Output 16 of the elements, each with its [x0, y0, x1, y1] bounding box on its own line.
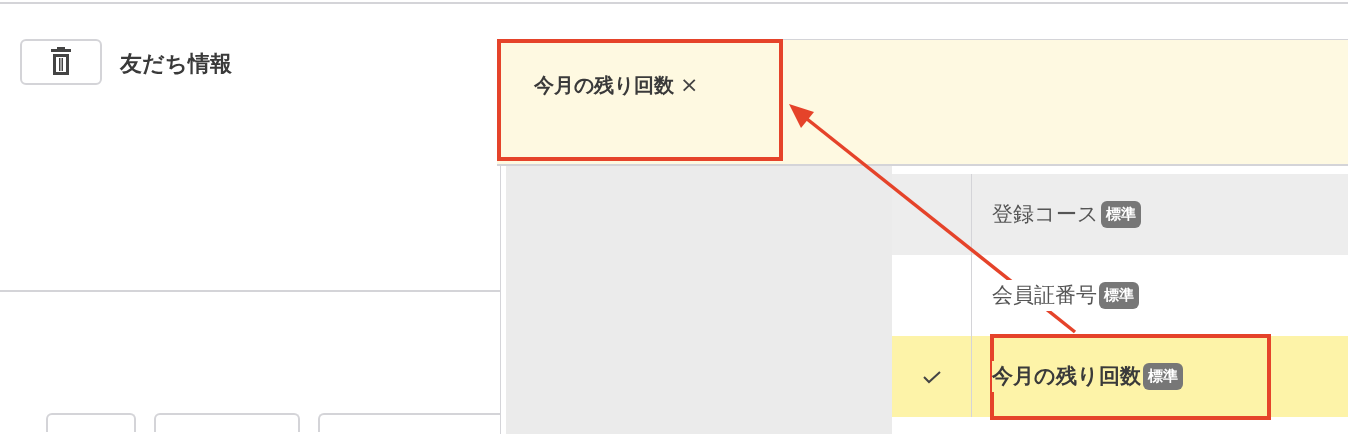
delete-button[interactable] — [20, 39, 102, 85]
button[interactable] — [153, 413, 301, 432]
tag-label: 今月の残り回数 — [534, 71, 674, 99]
option-label: 今月の残り回数 — [992, 360, 1141, 393]
dropdown-option[interactable]: 登録コース 標準 — [892, 174, 1348, 255]
standard-badge: 標準 — [1143, 363, 1183, 390]
remove-tag-button[interactable]: × — [680, 68, 699, 101]
check-icon — [922, 369, 941, 384]
option-label: 会員証番号 — [992, 279, 1097, 312]
selected-field[interactable]: 今月の残り回数 × — [497, 39, 1348, 166]
section-title: 友だち情報 — [120, 50, 232, 78]
standard-badge: 標準 — [1099, 282, 1139, 309]
button[interactable] — [46, 413, 136, 432]
dropdown-option[interactable]: 今月の残り回数 標準 — [892, 336, 1348, 417]
standard-badge: 標準 — [1101, 201, 1141, 228]
trash-icon — [50, 47, 72, 77]
